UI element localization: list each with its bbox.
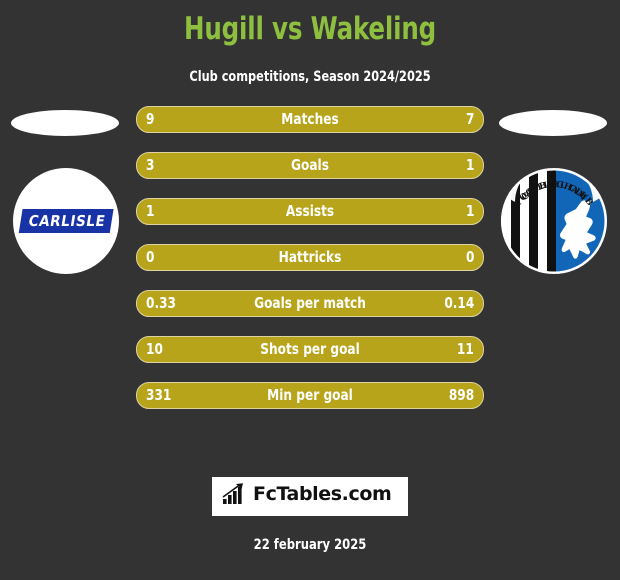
stat-label: Hattricks xyxy=(278,248,342,266)
gillingham-shield-icon: GILLINGHAM FOOTBALL CLUB xyxy=(501,168,607,274)
stat-home-value: 0 xyxy=(146,248,155,266)
stat-row[interactable]: 3 Goals 1 xyxy=(136,152,484,179)
footer: FcTables.com 22 february 2025 xyxy=(0,477,620,580)
stat-row[interactable]: 1 Assists 1 xyxy=(136,198,484,225)
home-crest-placeholder-icon xyxy=(11,110,119,136)
stat-away-value: 7 xyxy=(465,110,474,128)
stat-label: Goals per match xyxy=(254,294,366,312)
carlisle-crest[interactable]: CARLISLE xyxy=(13,168,119,274)
page-subtitle: Club competitions, Season 2024/2025 xyxy=(189,69,431,85)
stat-label: Assists xyxy=(285,202,335,220)
carlisle-wordmark: CARLISLE xyxy=(18,207,114,235)
header: Hugill vs Wakeling Club competitions, Se… xyxy=(0,0,620,86)
stat-row[interactable]: 10 Shots per goal 11 xyxy=(136,336,484,363)
gillingham-crest[interactable]: GILLINGHAM FOOTBALL CLUB xyxy=(501,168,607,274)
away-crest-placeholder-icon xyxy=(499,110,607,136)
stat-away-value: 898 xyxy=(448,386,474,404)
stat-row[interactable]: 9 Matches 7 xyxy=(136,106,484,133)
stat-away-value: 1 xyxy=(465,202,474,220)
fctables-wordmark: FcTables.com xyxy=(253,483,392,505)
page-title: Hugill vs Wakeling xyxy=(183,11,437,47)
stat-label: Shots per goal xyxy=(260,340,360,358)
away-team-crest-column: GILLINGHAM FOOTBALL CLUB xyxy=(494,106,614,406)
report-date: 22 february 2025 xyxy=(253,537,367,553)
stat-home-value: 9 xyxy=(146,110,155,128)
stat-home-value: 1 xyxy=(146,202,155,220)
stat-row[interactable]: 0.33 Goals per match 0.14 xyxy=(136,290,484,317)
comparison-area: CARLISLE GILLINGHAM FOOTBALL CLUB 9 Matc… xyxy=(0,106,620,416)
stat-away-value: 0.14 xyxy=(444,294,474,312)
home-team-crest-column: CARLISLE xyxy=(6,106,126,406)
stat-row[interactable]: 331 Min per goal 898 xyxy=(136,382,484,409)
stat-label: Min per goal xyxy=(267,386,353,404)
stat-label: Goals xyxy=(291,156,329,174)
stat-label: Matches xyxy=(281,110,339,128)
stat-row[interactable]: 0 Hattricks 0 xyxy=(136,244,484,271)
fctables-logo[interactable]: FcTables.com xyxy=(212,477,408,516)
stat-away-value: 0 xyxy=(465,248,474,266)
stat-list: 9 Matches 7 3 Goals 1 1 Assists 1 0 Hatt… xyxy=(136,106,484,409)
bar-chart-growth-icon xyxy=(222,483,243,504)
stat-away-value: 1 xyxy=(465,156,474,174)
stat-home-value: 3 xyxy=(146,156,155,174)
stat-away-value: 11 xyxy=(457,340,474,358)
